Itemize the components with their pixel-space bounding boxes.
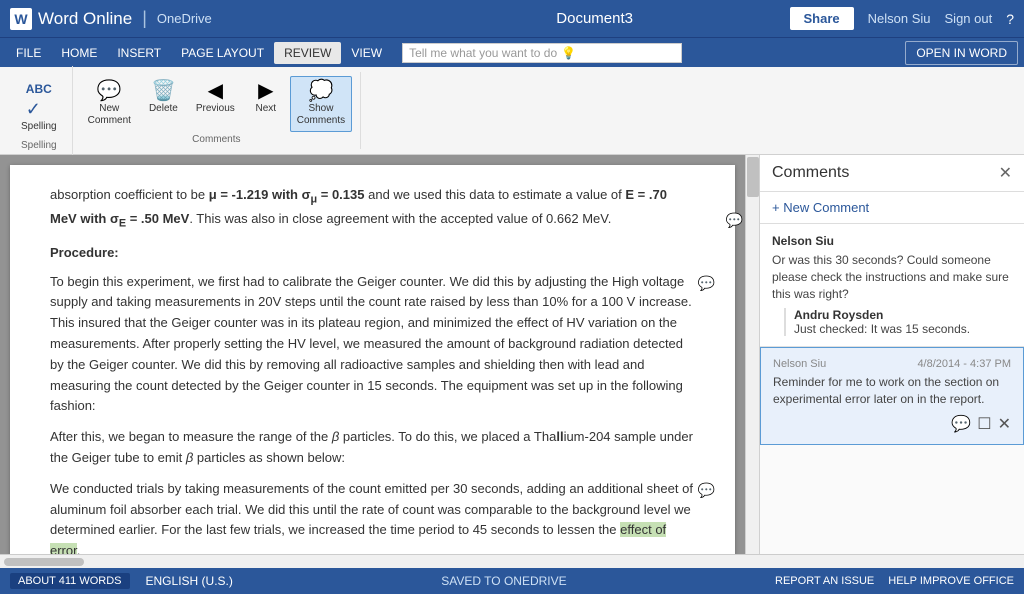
menu-home[interactable]: HOME xyxy=(51,42,107,64)
menu-bar: FILE HOME INSERT PAGE LAYOUT REVIEW VIEW… xyxy=(0,37,1024,67)
new-comment-icon: 💬 xyxy=(97,81,122,101)
spelling-label: Spelling xyxy=(21,121,57,133)
next-button[interactable]: ▶ Next xyxy=(246,76,286,120)
comment-1-text: Or was this 30 seconds? Could someone pl… xyxy=(772,252,1012,302)
menu-file[interactable]: FILE xyxy=(6,42,51,64)
procedure-heading: Procedure: xyxy=(50,243,695,264)
show-comments-icon: 💭 xyxy=(308,81,333,101)
user-area: Share Nelson Siu Sign out ? xyxy=(790,7,1015,30)
comment-2-actions: 💬 ☐ ✕ xyxy=(773,414,1011,434)
help-button[interactable]: ? xyxy=(1006,11,1014,27)
comments-panel-header: Comments ✕ xyxy=(760,155,1024,192)
spelling-icon: ABC ✓ xyxy=(26,75,52,119)
paragraph-1: absorption coefficient to be μ = -1.219 … xyxy=(50,185,695,233)
language-indicator: ENGLISH (U.S.) xyxy=(146,574,233,588)
status-bar: ABOUT 411 WORDS ENGLISH (U.S.) SAVED TO … xyxy=(0,568,1024,594)
comment-2-author: Nelson Siu xyxy=(773,358,826,370)
onedrive-link[interactable]: OneDrive xyxy=(157,11,212,26)
vertical-scrollbar[interactable] xyxy=(745,155,759,554)
signout-link[interactable]: Sign out xyxy=(945,11,993,26)
spelling-button[interactable]: ABC ✓ Spelling xyxy=(14,70,64,138)
menu-view[interactable]: VIEW xyxy=(341,42,392,64)
comments-panel: Comments ✕ + New Comment Nelson Siu Or w… xyxy=(759,155,1024,554)
comment-icon-3[interactable]: 💬 xyxy=(698,479,715,501)
spelling-section-label: Spelling xyxy=(14,140,64,151)
comments-section-label: Comments xyxy=(81,134,353,145)
horizontal-scrollbar[interactable] xyxy=(0,554,1024,568)
reply-1-author: Andru Roysden xyxy=(794,308,1012,322)
paragraph-2: To begin this experiment, we first had t… xyxy=(50,272,695,418)
search-placeholder: Tell me what you want to do xyxy=(409,46,557,60)
reply-action-button[interactable]: 💬 xyxy=(951,414,971,434)
app-name: Word Online xyxy=(38,9,132,29)
comment-icon-1[interactable]: 💬 xyxy=(726,209,743,231)
document-area[interactable]: absorption coefficient to be μ = -1.219 … xyxy=(0,155,745,554)
delete-icon: 🗑️ xyxy=(151,81,176,101)
paragraph-4: We conducted trials by taking measuremen… xyxy=(50,479,695,554)
word-icon: W xyxy=(10,8,32,30)
comment-thread-1: Nelson Siu Or was this 30 seconds? Could… xyxy=(760,224,1024,347)
paragraph-3: After this, we began to measure the rang… xyxy=(50,427,695,469)
comment-2-text: Reminder for me to work on the section o… xyxy=(773,374,1011,408)
help-improve-link[interactable]: HELP IMPROVE OFFICE xyxy=(888,575,1014,587)
highlighted-phrase: effect of error xyxy=(50,522,666,554)
ribbon-comments-section: 💬 NewComment 🗑️ Delete ◀ Previous ▶ Next… xyxy=(73,72,362,149)
main-content: absorption coefficient to be μ = -1.219 … xyxy=(0,155,1024,554)
status-right: REPORT AN ISSUE HELP IMPROVE OFFICE xyxy=(775,575,1014,587)
previous-button[interactable]: ◀ Previous xyxy=(189,76,242,120)
search-bar[interactable]: Tell me what you want to do 💡 xyxy=(402,43,682,63)
comment-1-author: Nelson Siu xyxy=(772,234,1012,248)
menu-insert[interactable]: INSERT xyxy=(107,42,171,64)
document-title: Document3 xyxy=(400,10,790,27)
next-label: Next xyxy=(255,103,276,115)
show-comments-label: ShowComments xyxy=(297,103,345,127)
status-left: ABOUT 411 WORDS ENGLISH (U.S.) xyxy=(10,573,233,589)
new-comment-label: NewComment xyxy=(88,103,131,127)
comment-thread-2: Nelson Siu 4/8/2014 - 4:37 PM Reminder f… xyxy=(760,347,1024,445)
delete-action-button[interactable]: ✕ xyxy=(998,414,1011,434)
next-icon: ▶ xyxy=(258,81,273,101)
report-issue-link[interactable]: REPORT AN ISSUE xyxy=(775,575,874,587)
title-separator: | xyxy=(142,8,147,29)
comment-2-date: 4/8/2014 - 4:37 PM xyxy=(917,358,1011,370)
reply-1-text: Just checked: It was 15 seconds. xyxy=(794,322,1012,336)
show-comments-button[interactable]: 💭 ShowComments xyxy=(290,76,352,132)
menu-page-layout[interactable]: PAGE LAYOUT xyxy=(171,42,274,64)
comment-2-meta: Nelson Siu 4/8/2014 - 4:37 PM xyxy=(773,358,1011,370)
word-count[interactable]: ABOUT 411 WORDS xyxy=(10,573,130,589)
comments-close-button[interactable]: ✕ xyxy=(999,163,1012,183)
new-comment-btn[interactable]: + New Comment xyxy=(760,192,1024,224)
previous-icon: ◀ xyxy=(208,81,223,101)
ribbon: ABC ✓ Spelling Spelling 💬 NewComment 🗑️ … xyxy=(0,67,1024,155)
new-comment-button[interactable]: 💬 NewComment xyxy=(81,76,138,132)
menu-review[interactable]: REVIEW xyxy=(274,42,341,64)
delete-label: Delete xyxy=(149,103,178,115)
document-paper: absorption coefficient to be μ = -1.219 … xyxy=(10,165,735,554)
user-name[interactable]: Nelson Siu xyxy=(868,11,931,26)
comment-icon-2[interactable]: 💬 xyxy=(698,272,715,294)
share-button[interactable]: Share xyxy=(790,7,854,30)
resolve-action-button[interactable]: ☐ xyxy=(977,414,991,434)
h-scroll-thumb xyxy=(4,558,84,566)
previous-label: Previous xyxy=(196,103,235,115)
open-in-word[interactable]: OPEN IN WORD xyxy=(905,41,1018,65)
delete-button[interactable]: 🗑️ Delete xyxy=(142,76,185,120)
reply-thread-1: Andru Roysden Just checked: It was 15 se… xyxy=(784,308,1012,336)
saved-status: SAVED TO ONEDRIVE xyxy=(441,574,566,588)
ribbon-spelling-section: ABC ✓ Spelling Spelling xyxy=(6,66,73,155)
comments-title: Comments xyxy=(772,164,849,182)
title-bar: W Word Online | OneDrive Document3 Share… xyxy=(0,0,1024,37)
logo-area: W Word Online | OneDrive xyxy=(10,8,400,30)
